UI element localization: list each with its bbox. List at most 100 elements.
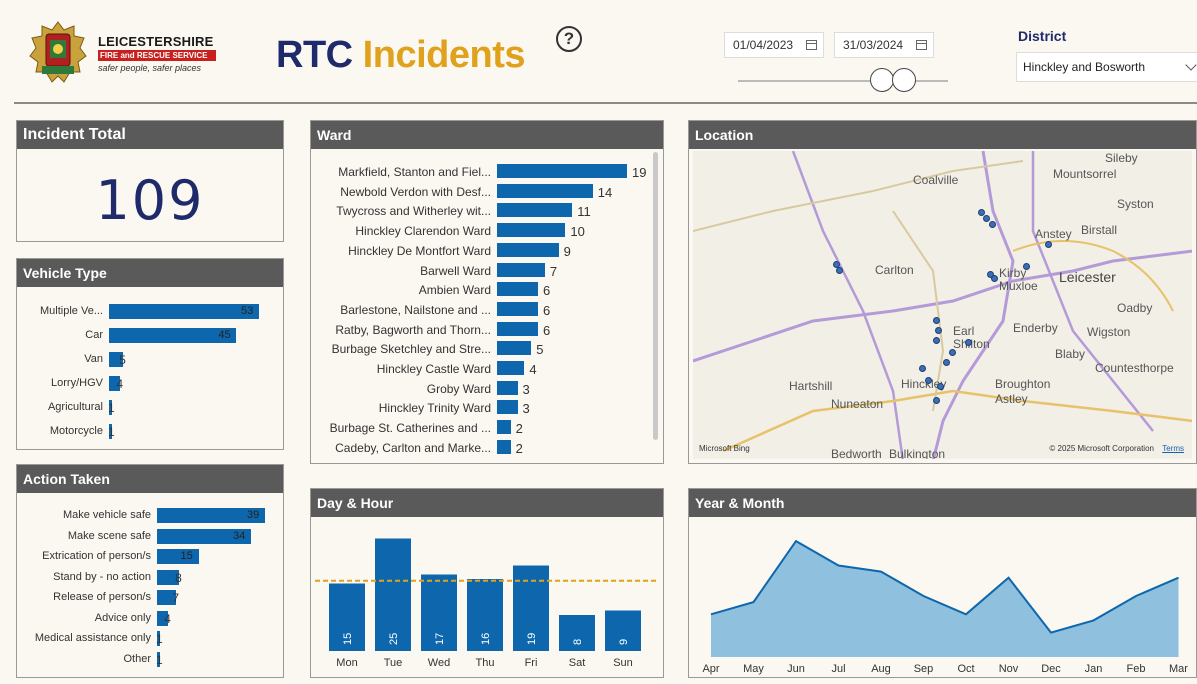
day-axis-label: Fri	[525, 657, 538, 669]
map-label: Wigston	[1087, 325, 1131, 339]
ward-value: 6	[543, 322, 551, 338]
action-taken-label: Medical assistance only	[34, 632, 151, 644]
help-icon[interactable]: ?	[556, 26, 582, 52]
location-card: Location Sileby Mountsorrel Coalville Sy…	[688, 120, 1197, 464]
ward-bar[interactable]	[497, 282, 539, 297]
ward-bar[interactable]	[497, 301, 539, 316]
ward-bar[interactable]	[497, 183, 593, 198]
vehicle-type-value: 4	[116, 377, 123, 391]
start-date-input[interactable]: 01/04/2023	[724, 32, 824, 58]
ward-value: 2	[515, 440, 523, 456]
vehicle-type-bar[interactable]	[109, 304, 259, 319]
incident-marker[interactable]	[1045, 241, 1052, 248]
ward-bar[interactable]	[497, 420, 511, 435]
map-label: Mountsorrel	[1053, 167, 1117, 181]
ward-label: Burbage St. Catherines and ...	[329, 421, 491, 436]
ward-value: 9	[563, 243, 571, 259]
incident-marker[interactable]	[965, 339, 972, 346]
date-slider-start-handle[interactable]	[870, 68, 894, 92]
day-bar-value: 9	[618, 639, 630, 645]
ward-bar[interactable]	[497, 203, 573, 218]
incident-marker[interactable]	[943, 359, 950, 366]
incident-marker[interactable]	[991, 275, 998, 282]
incident-marker[interactable]	[1023, 263, 1030, 270]
map-terms-link[interactable]: Terms	[1162, 444, 1184, 453]
header: LEICESTERSHIRE FIRE and RESCUE SERVICE s…	[14, 12, 1197, 104]
map-label: Leicester	[1059, 269, 1116, 285]
ward-bar[interactable]	[497, 380, 518, 395]
chevron-down-icon[interactable]	[1185, 59, 1197, 71]
location-map[interactable]: Sileby Mountsorrel Coalville Syston Anst…	[693, 151, 1192, 459]
ward-title: Ward	[311, 121, 663, 149]
incident-marker[interactable]	[989, 221, 996, 228]
map-label: Countesthorpe	[1095, 361, 1174, 375]
calendar-icon[interactable]	[916, 40, 927, 50]
vehicle-type-bar[interactable]	[109, 328, 237, 343]
action-taken-label: Make scene safe	[67, 529, 151, 542]
copyright-text: © 2025 Microsoft Corporation	[1049, 444, 1154, 453]
map-label: Sileby	[1105, 151, 1138, 165]
ward-bar[interactable]	[497, 242, 559, 257]
calendar-icon[interactable]	[806, 40, 817, 50]
district-dropdown[interactable]: Hinckley and Bosworth	[1016, 52, 1197, 82]
ward-value: 6	[543, 283, 551, 299]
vehicle-type-label: Car	[85, 329, 103, 341]
ward-label: Hinckley Clarendon Ward	[355, 224, 491, 239]
year-month-chart: Apr May Jun Jul Aug Sep Oct Nov Dec Jan Feb Mar	[702, 539, 1188, 675]
incident-marker[interactable]	[933, 337, 940, 344]
map-label: Anstey	[1035, 227, 1072, 241]
map-label: Coalville	[913, 173, 959, 187]
vehicle-type-label: Lorry/HGV	[51, 377, 103, 389]
action-taken-label: Make vehicle safe	[62, 509, 151, 521]
ward-bar[interactable]	[497, 341, 532, 356]
brand-block: LEICESTERSHIRE FIRE and RESCUE SERVICE s…	[98, 34, 216, 73]
vehicle-type-card: Vehicle Type Multiple Ve... 53 Car 45 Van 5 Lo…	[16, 258, 284, 450]
ward-label: Burbage Sketchley and Stre...	[331, 342, 491, 357]
ward-scrollbar[interactable]	[653, 152, 658, 440]
incident-marker[interactable]	[836, 267, 843, 274]
ward-bar[interactable]	[497, 262, 545, 277]
month-axis-label: Nov	[999, 663, 1019, 675]
ward-value: 5	[536, 342, 544, 358]
day-hour-card: Day & Hour 15 Mon 25 Tue 17 Wed 16 Thu 19 Fri 8 Sat…	[310, 488, 664, 678]
ward-bar[interactable]	[497, 361, 525, 375]
day-axis-label: Tue	[384, 657, 403, 669]
ward-value: 14	[597, 184, 613, 200]
map-label: Bulkington	[889, 447, 946, 459]
incident-marker[interactable]	[949, 349, 956, 356]
incident-marker[interactable]	[925, 377, 932, 384]
ward-bar[interactable]	[497, 164, 627, 178]
vehicle-type-value: 45	[218, 329, 231, 341]
ward-bar[interactable]	[497, 439, 511, 454]
day-bar-value: 25	[388, 633, 400, 645]
ward-value: 10	[570, 224, 585, 240]
ward-label: Cadeby, Carlton and Marke...	[335, 440, 491, 455]
action-taken-value: 8	[175, 570, 182, 585]
incident-marker[interactable]	[935, 327, 942, 334]
map-label: Nuneaton	[831, 397, 884, 411]
action-taken-value: 15	[180, 550, 193, 562]
end-date-input[interactable]: 31/03/2024	[834, 32, 934, 58]
month-axis-label: Oct	[957, 663, 974, 675]
ward-label: Markfield, Stanton and Fiel...	[338, 165, 491, 179]
ward-bar[interactable]	[497, 321, 539, 336]
incident-marker[interactable]	[983, 215, 990, 222]
ward-value: 4	[529, 362, 537, 377]
ward-label: Twycross and Witherley wit...	[336, 204, 491, 219]
incident-marker[interactable]	[933, 317, 940, 324]
action-taken-value: 34	[233, 529, 246, 542]
action-taken-title: Action Taken	[17, 465, 283, 493]
incident-marker[interactable]	[937, 383, 944, 390]
ward-bar[interactable]	[497, 400, 518, 415]
vehicle-type-label: Agricultural	[47, 401, 103, 413]
day-bar-value: 19	[526, 633, 538, 645]
month-axis-label: Jan	[1085, 663, 1103, 675]
incident-marker[interactable]	[933, 397, 940, 404]
action-taken-label: Release of person/s	[53, 591, 151, 603]
month-axis-label: Dec	[1041, 663, 1061, 675]
incident-marker[interactable]	[919, 365, 926, 372]
day-bar-value: 15	[342, 633, 354, 645]
date-slider-end-handle[interactable]	[892, 68, 916, 92]
date-range-slider-track[interactable]	[738, 80, 948, 82]
ward-bar[interactable]	[497, 223, 566, 238]
